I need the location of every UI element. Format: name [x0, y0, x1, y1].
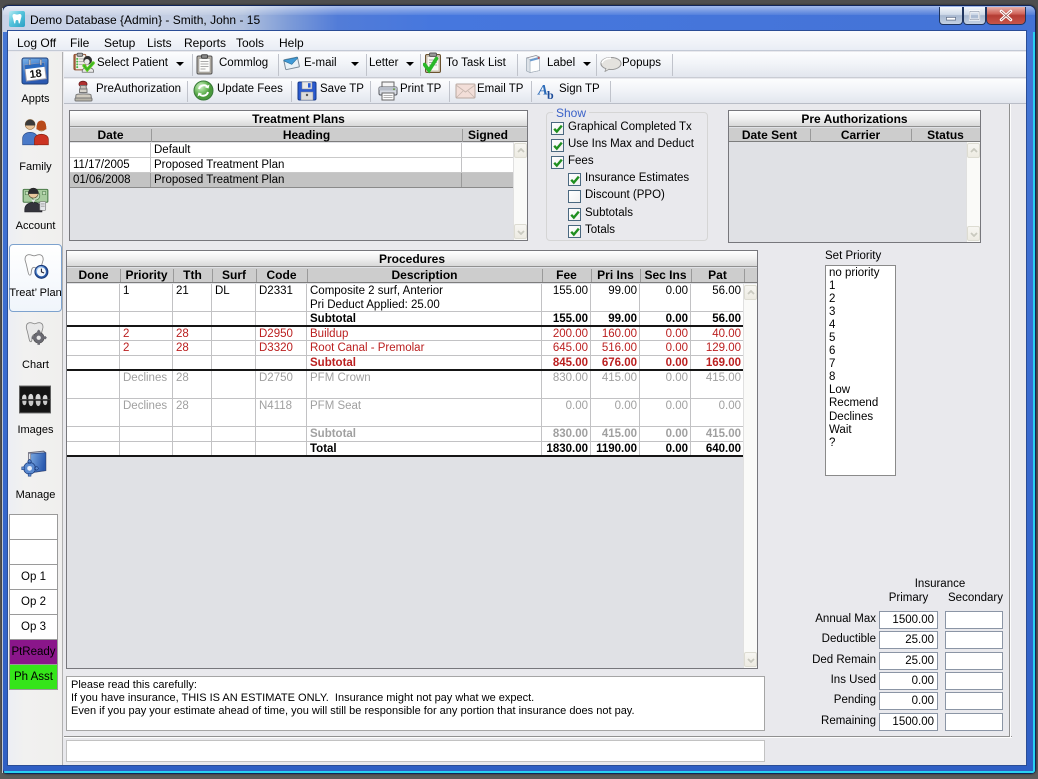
svg-text:b: b — [547, 88, 554, 101]
svg-text:18: 18 — [29, 68, 43, 81]
